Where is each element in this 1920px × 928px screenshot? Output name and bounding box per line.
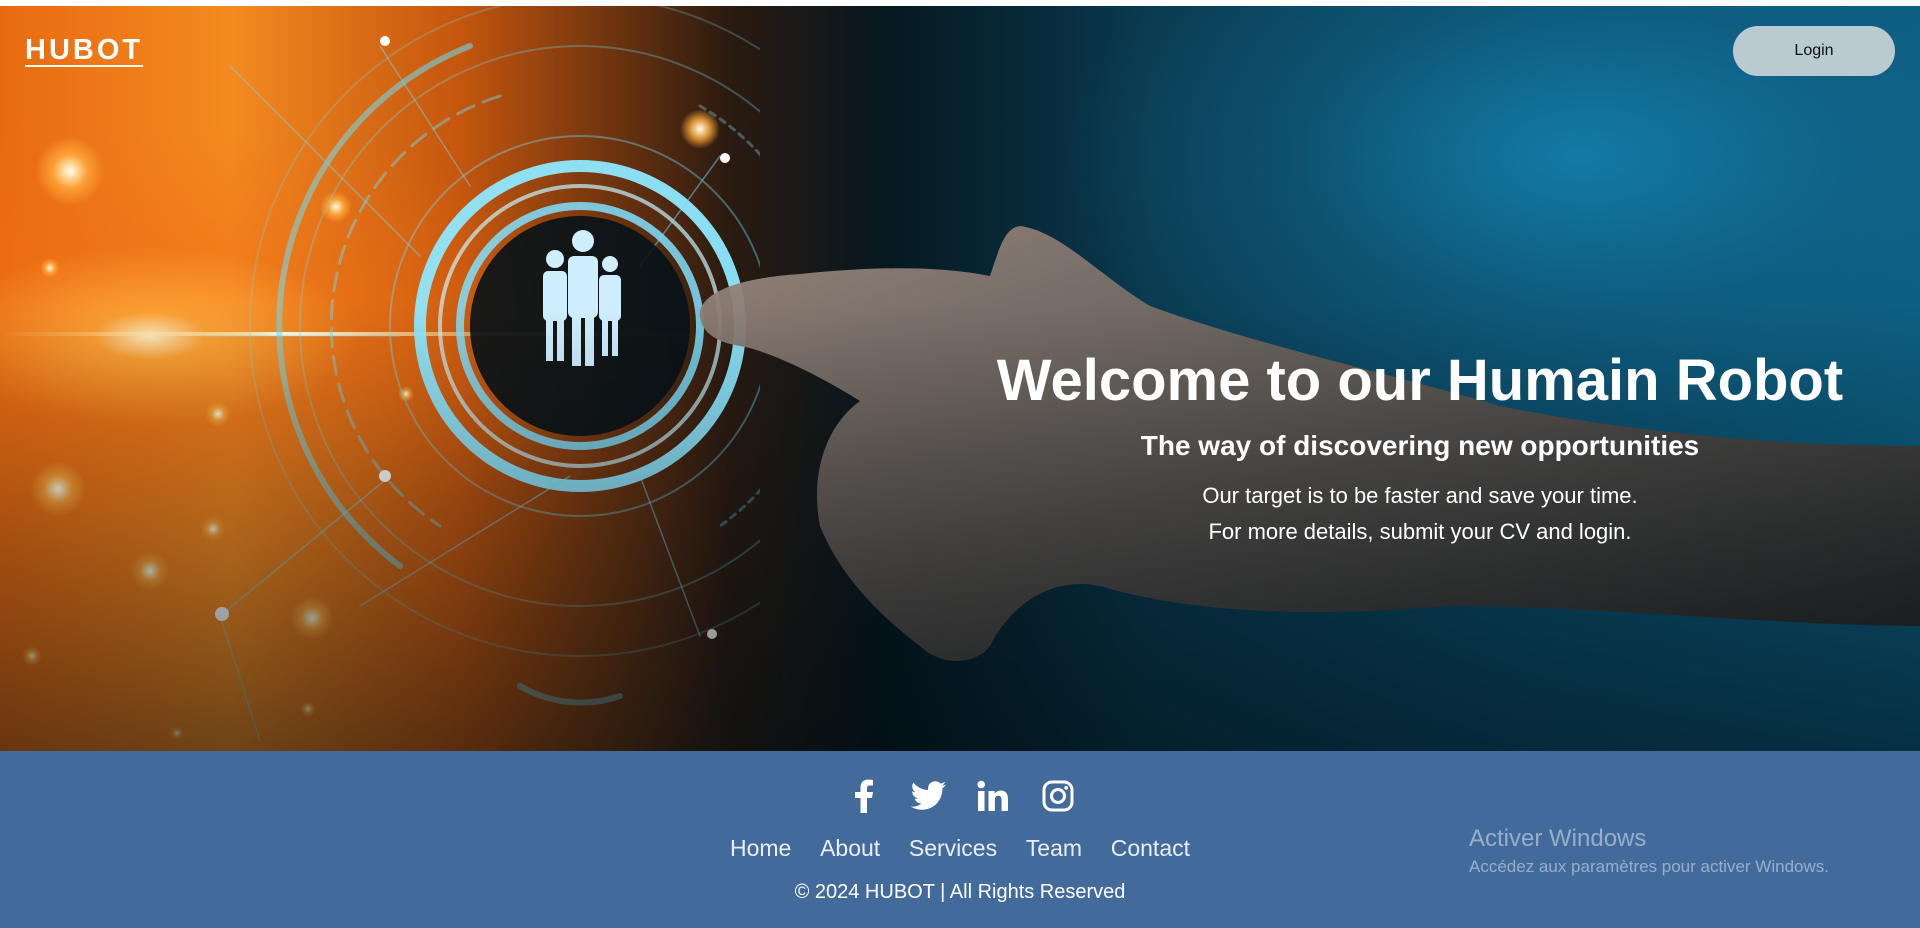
copyright-text: © 2024 HUBOT | All Rights Reserved xyxy=(794,881,1126,903)
instagram-icon[interactable] xyxy=(1040,778,1076,814)
windows-activation-watermark: Activer Windows Accédez aux paramètres p… xyxy=(1469,824,1829,878)
social-links xyxy=(846,778,1076,814)
footer-nav-team[interactable]: Team xyxy=(1026,834,1082,862)
linkedin-icon[interactable] xyxy=(975,778,1011,814)
login-button[interactable]: Login xyxy=(1733,26,1895,76)
brand-logo-link[interactable]: HUBOT xyxy=(25,34,143,67)
hero-text-block: Welcome to our Humain Robot The way of d… xyxy=(960,346,1880,550)
watermark-title: Activer Windows xyxy=(1469,825,1647,852)
hero-title: Welcome to our Humain Robot xyxy=(996,348,1844,413)
facebook-icon[interactable] xyxy=(846,778,882,814)
hero-subtitle: The way of discovering new opportunities xyxy=(1140,430,1700,461)
footer-nav-contact[interactable]: Contact xyxy=(1111,834,1190,862)
hero-description-line-2: For more details, submit your CV and log… xyxy=(1208,519,1632,544)
twitter-icon[interactable] xyxy=(910,778,947,814)
hero-banner: Welcome to our Humain Robot The way of d… xyxy=(0,6,1920,751)
hero-description-line-1: Our target is to be faster and save your… xyxy=(1202,483,1638,508)
footer-nav-home[interactable]: Home xyxy=(730,834,791,862)
footer-nav: Home About Services Team Contact xyxy=(730,834,1190,862)
footer-nav-services[interactable]: Services xyxy=(909,834,997,862)
watermark-subtitle: Accédez aux paramètres pour activer Wind… xyxy=(1469,857,1829,876)
footer-nav-about[interactable]: About xyxy=(820,834,880,862)
